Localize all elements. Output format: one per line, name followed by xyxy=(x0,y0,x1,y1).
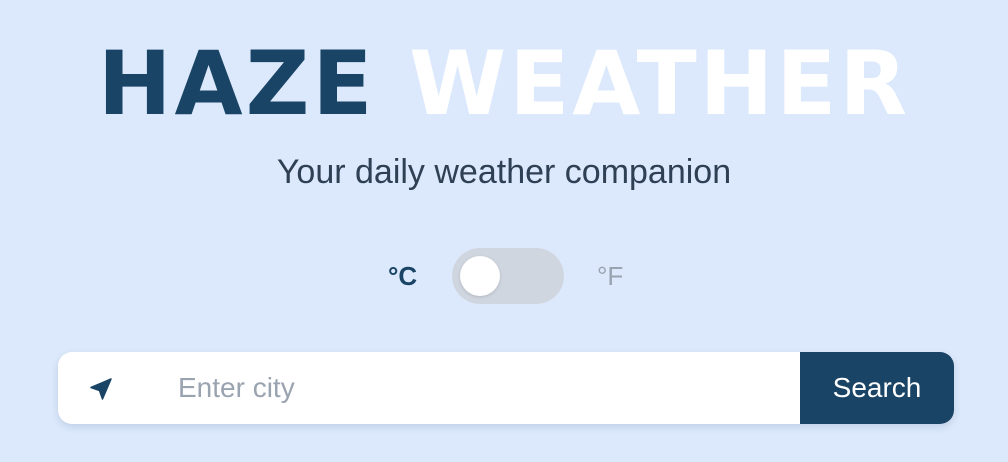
unit-toggle[interactable] xyxy=(452,248,564,304)
app-logo: HAZE WEATHER xyxy=(0,34,1008,134)
search-button[interactable]: Search xyxy=(800,352,954,424)
city-input[interactable] xyxy=(178,352,798,424)
location-arrow-icon[interactable] xyxy=(88,376,114,402)
celsius-label[interactable]: °C xyxy=(388,260,417,292)
search-bar: Search xyxy=(58,352,954,424)
tagline: Your daily weather companion xyxy=(276,153,732,191)
logo-word-weather: WEATHER xyxy=(409,32,911,135)
unit-toggle-row: °C °F xyxy=(0,248,1008,304)
fahrenheit-label[interactable]: °F xyxy=(597,260,623,292)
logo-word-haze: HAZE xyxy=(97,32,376,135)
toggle-knob xyxy=(460,256,500,296)
